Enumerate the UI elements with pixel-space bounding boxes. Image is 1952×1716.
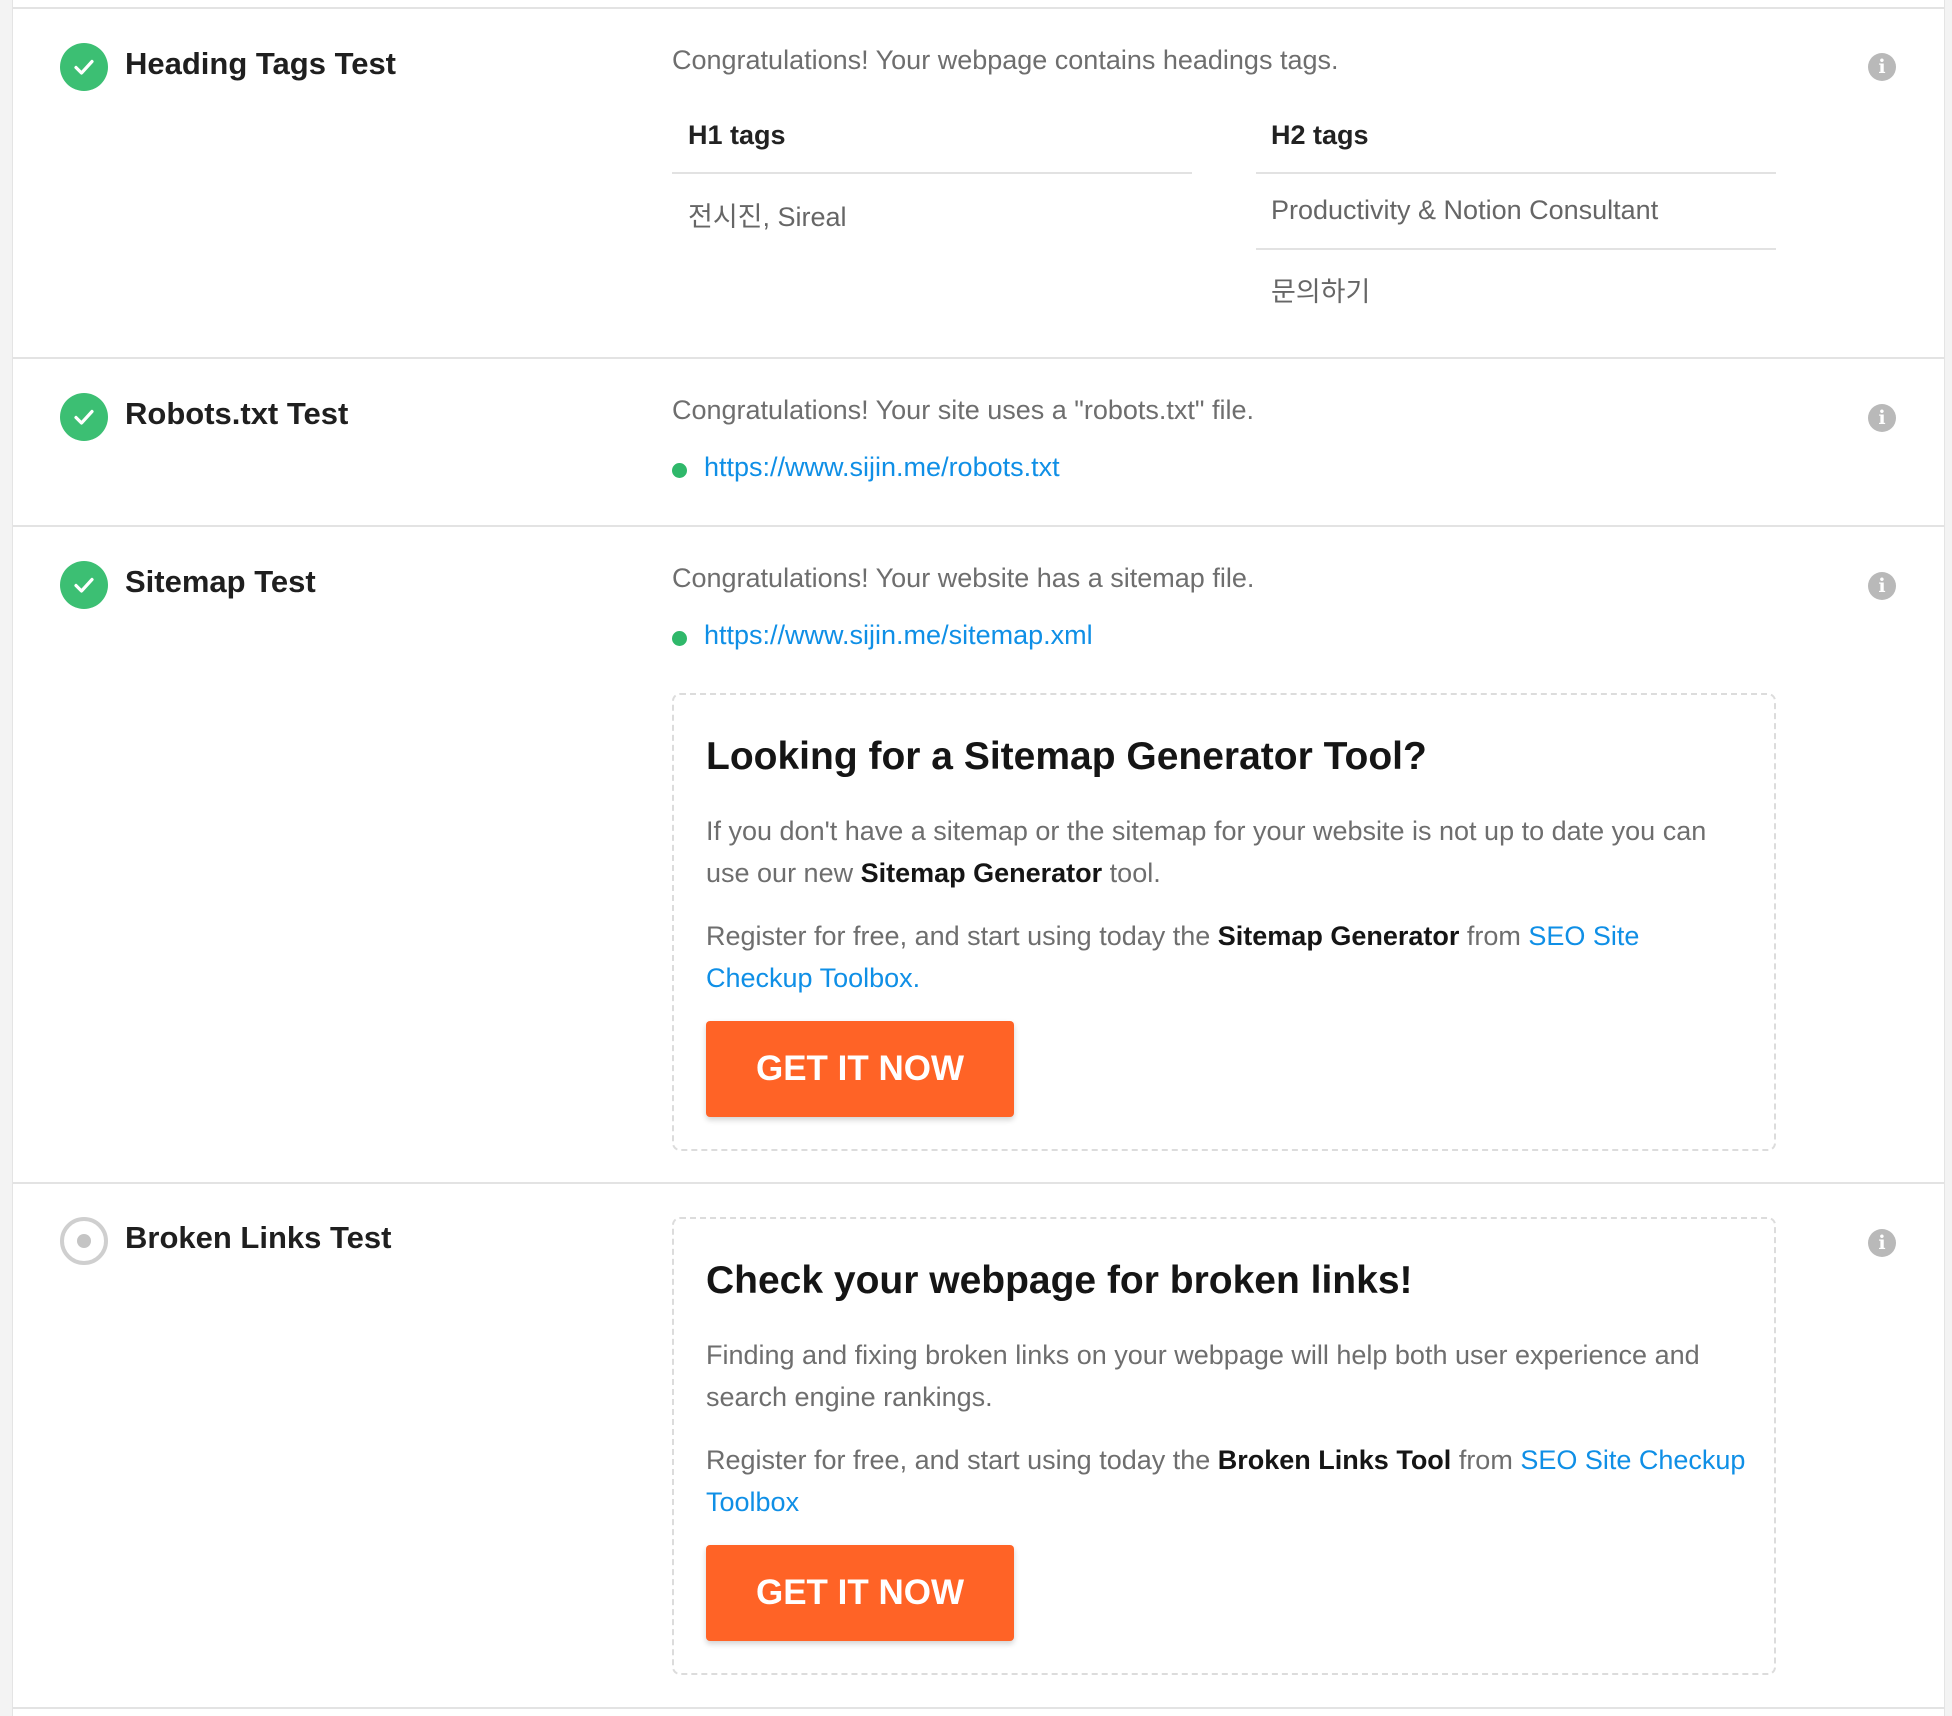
- heading-tags-message: Congratulations! Your webpage contains h…: [672, 45, 1339, 75]
- sitemap-link[interactable]: https://www.sijin.me/sitemap.xml: [704, 620, 1093, 651]
- sitemap-message: Congratulations! Your website has a site…: [672, 563, 1255, 593]
- bullet-dot-icon: [672, 463, 687, 478]
- h1-tag-value: 전시진, Sireal: [688, 202, 847, 232]
- robots-title: Robots.txt Test: [125, 396, 349, 431]
- divider: [13, 1182, 1944, 1184]
- seo-results-panel: Heading Tags Test Congratulations! Your …: [12, 0, 1945, 1716]
- sitemap-generator-promo: Looking for a Sitemap Generator Tool? If…: [672, 693, 1776, 1151]
- h1-header-rule: [672, 172, 1192, 174]
- check-circle-icon: [60, 561, 108, 609]
- info-icon[interactable]: i: [1868, 572, 1896, 600]
- divider: [13, 1707, 1944, 1709]
- promo-description: Finding and fixing broken links on your …: [706, 1340, 1700, 1412]
- sitemap-title: Sitemap Test: [125, 564, 316, 599]
- check-circle-icon: [60, 393, 108, 441]
- h2-tag-value: 문의하기: [1271, 277, 1371, 307]
- get-it-now-button[interactable]: GET IT NOW: [706, 1545, 1014, 1641]
- info-icon[interactable]: i: [1868, 53, 1896, 81]
- broken-links-promo: Check your webpage for broken links! Fin…: [672, 1217, 1776, 1675]
- h2-tags-header: H2 tags: [1271, 120, 1369, 150]
- promo-description: If you don't have a sitemap or the sitem…: [706, 816, 1707, 888]
- promo-register-text: Register for free, and start using today…: [706, 1445, 1746, 1517]
- bullet-dot-icon: [672, 631, 687, 646]
- h2-header-rule: [1256, 172, 1776, 174]
- promo-register-text: Register for free, and start using today…: [706, 921, 1640, 993]
- divider: [13, 357, 1944, 359]
- broken-links-title: Broken Links Test: [125, 1220, 392, 1255]
- info-icon[interactable]: i: [1868, 1229, 1896, 1257]
- robots-message: Congratulations! Your site uses a "robot…: [672, 395, 1254, 425]
- promo-title: Check your webpage for broken links!: [706, 1259, 1413, 1302]
- h2-row-rule: [1256, 248, 1776, 250]
- check-circle-icon: [60, 43, 108, 91]
- divider: [13, 525, 1944, 527]
- divider: [13, 7, 1944, 9]
- get-it-now-button[interactable]: GET IT NOW: [706, 1021, 1014, 1117]
- promo-title: Looking for a Sitemap Generator Tool?: [706, 735, 1427, 778]
- robots-link[interactable]: https://www.sijin.me/robots.txt: [704, 452, 1060, 483]
- heading-tags-title: Heading Tags Test: [125, 46, 397, 81]
- info-icon[interactable]: i: [1868, 404, 1896, 432]
- radio-circle-icon: [60, 1217, 108, 1265]
- h1-tags-header: H1 tags: [688, 120, 786, 150]
- h2-tag-value: Productivity & Notion Consultant: [1271, 195, 1659, 225]
